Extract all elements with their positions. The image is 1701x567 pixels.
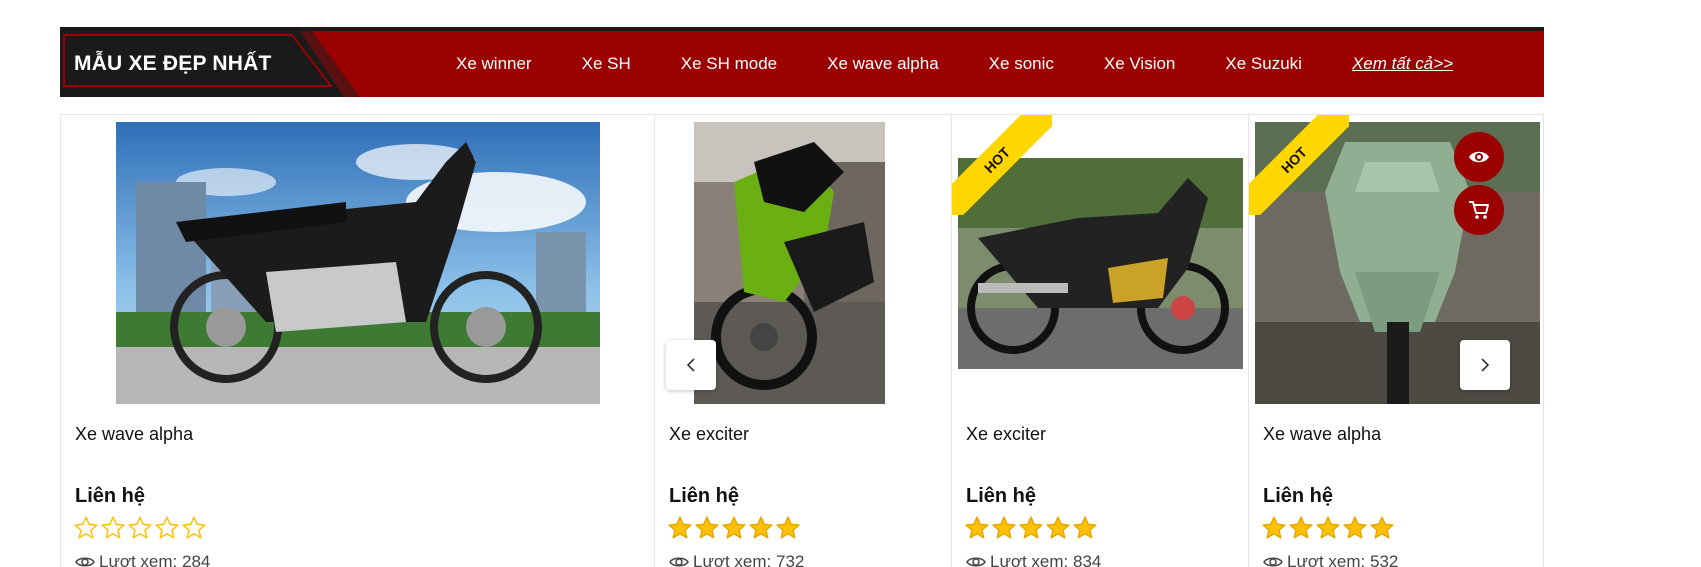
- eye-icon: [669, 557, 689, 567]
- nav-link-xe-sh[interactable]: Xe SH: [582, 54, 631, 74]
- rating-stars: [667, 515, 802, 541]
- star-empty-icon: [128, 516, 152, 539]
- featured-products-section: MẪU XE ĐẸP NHẤT Xe winner Xe SH Xe SH mo…: [60, 27, 1544, 567]
- star-empty-icon: [101, 516, 125, 539]
- view-count: Lượt xem: 732: [669, 552, 804, 567]
- hot-badge: HOT: [1249, 115, 1349, 215]
- view-count-value: 284: [182, 552, 211, 567]
- product-price: Liên hệ: [1263, 485, 1334, 507]
- eye-icon: [75, 557, 95, 567]
- view-count-value: 834: [1073, 552, 1102, 567]
- chevron-right-icon: [1481, 358, 1490, 372]
- category-nav: Xe winner Xe SH Xe SH mode Xe wave alpha…: [456, 31, 1453, 97]
- product-price: Liên hệ: [75, 485, 146, 507]
- star-filled-icon: [1073, 516, 1097, 539]
- section-title: MẪU XE ĐẸP NHẤT: [74, 52, 272, 75]
- nav-link-xe-vision[interactable]: Xe Vision: [1104, 54, 1176, 74]
- star-filled-icon: [1289, 516, 1313, 539]
- nav-link-xe-winner[interactable]: Xe winner: [456, 54, 532, 74]
- product-card[interactable]: Xe wave alpha Liên hệ Lượt xem: 284: [60, 114, 654, 567]
- section-header: MẪU XE ĐẸP NHẤT Xe winner Xe SH Xe SH mo…: [60, 27, 1544, 97]
- quick-view-button[interactable]: [1454, 132, 1504, 182]
- star-empty-icon: [74, 516, 98, 539]
- carousel-next-button[interactable]: [1460, 340, 1510, 390]
- star-filled-icon: [965, 516, 989, 539]
- view-count: Lượt xem: 284: [75, 552, 210, 567]
- motorbike-photo: [116, 122, 600, 404]
- hot-badge-label: HOT: [952, 115, 1052, 215]
- product-name[interactable]: Xe exciter: [966, 424, 1046, 445]
- rating-stars: [1261, 515, 1396, 541]
- view-count-value: 532: [1370, 552, 1399, 567]
- view-all-link[interactable]: Xem tất cả>>: [1352, 54, 1453, 74]
- eye-icon: [1263, 557, 1283, 567]
- view-count-value: 732: [776, 552, 805, 567]
- view-count-label: Lượt xem:: [99, 552, 178, 567]
- star-empty-icon: [155, 516, 179, 539]
- view-count-label: Lượt xem:: [1287, 552, 1366, 567]
- product-name[interactable]: Xe exciter: [669, 424, 749, 445]
- nav-link-xe-suzuki[interactable]: Xe Suzuki: [1225, 54, 1302, 74]
- star-filled-icon: [776, 516, 800, 539]
- rating-stars: [964, 515, 1099, 541]
- nav-link-xe-wave-alpha[interactable]: Xe wave alpha: [827, 54, 939, 74]
- star-filled-icon: [1316, 516, 1340, 539]
- product-price: Liên hệ: [669, 485, 740, 507]
- star-filled-icon: [1019, 516, 1043, 539]
- motorbike-photo: [694, 122, 885, 404]
- view-count: Lượt xem: 834: [966, 552, 1101, 567]
- add-to-cart-button[interactable]: [1454, 185, 1504, 235]
- hot-badge-label: HOT: [1249, 115, 1349, 215]
- view-count: Lượt xem: 532: [1263, 552, 1398, 567]
- product-card[interactable]: Xe exciter Liên hệ Lượt xem: 732: [654, 114, 951, 567]
- section-title-box: MẪU XE ĐẸP NHẤT: [60, 31, 360, 97]
- star-filled-icon: [749, 516, 773, 539]
- rating-stars: [73, 515, 208, 541]
- product-name[interactable]: Xe wave alpha: [1263, 424, 1381, 445]
- carousel-prev-button[interactable]: [666, 340, 716, 390]
- cart-icon: [1469, 201, 1489, 219]
- nav-link-xe-sonic[interactable]: Xe sonic: [989, 54, 1054, 74]
- star-filled-icon: [1046, 516, 1070, 539]
- product-carousel: Xe wave alpha Liên hệ Lượt xem: 284 Xe e…: [60, 114, 1544, 567]
- nav-link-xe-sh-mode[interactable]: Xe SH mode: [681, 54, 777, 74]
- star-filled-icon: [1343, 516, 1367, 539]
- star-empty-icon: [182, 516, 206, 539]
- view-count-label: Lượt xem:: [990, 552, 1069, 567]
- star-filled-icon: [992, 516, 1016, 539]
- product-card[interactable]: HOT Xe exciter Liên hệ Lượt xem: 834: [951, 114, 1248, 567]
- star-filled-icon: [668, 516, 692, 539]
- star-filled-icon: [695, 516, 719, 539]
- product-card[interactable]: HOT Xe wave alpha Liên hệ Lượt xem: 532: [1248, 114, 1544, 567]
- star-filled-icon: [1370, 516, 1394, 539]
- eye-icon: [966, 557, 986, 567]
- product-image[interactable]: [694, 122, 885, 404]
- eye-icon: [1469, 151, 1489, 163]
- chevron-left-icon: [686, 358, 695, 372]
- star-filled-icon: [722, 516, 746, 539]
- product-name[interactable]: Xe wave alpha: [75, 424, 193, 445]
- product-image[interactable]: [116, 122, 600, 404]
- product-price: Liên hệ: [966, 485, 1037, 507]
- view-count-label: Lượt xem:: [693, 552, 772, 567]
- star-filled-icon: [1262, 516, 1286, 539]
- hot-badge: HOT: [952, 115, 1052, 215]
